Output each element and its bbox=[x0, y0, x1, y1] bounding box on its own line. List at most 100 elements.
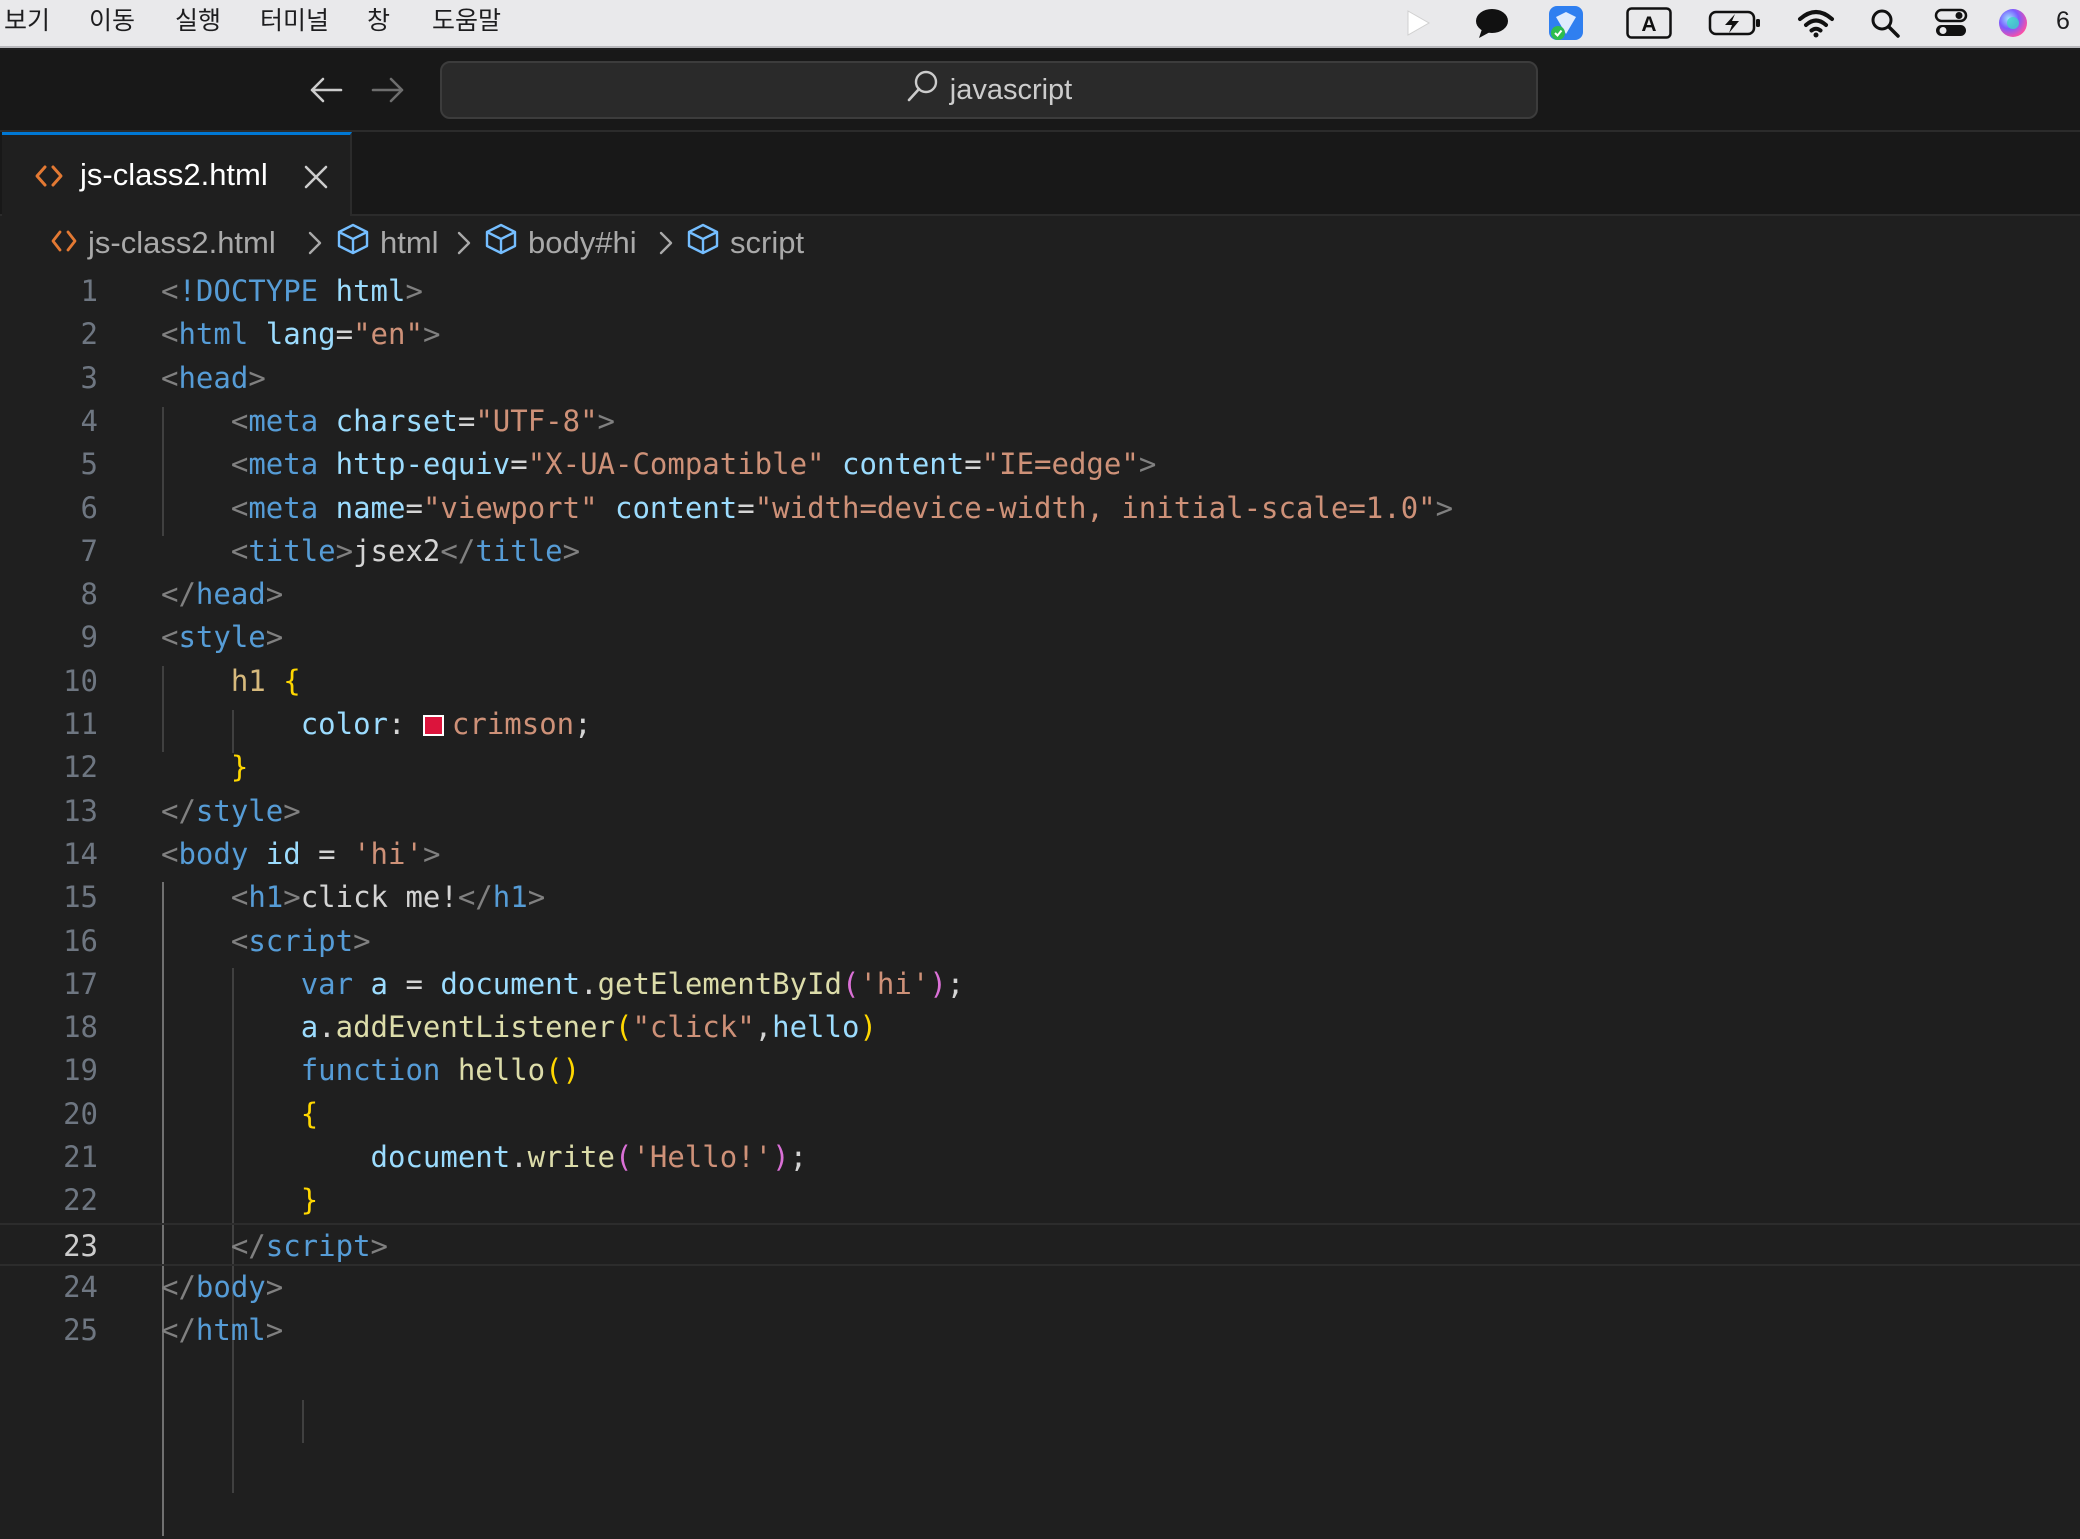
breadcrumb-item-script[interactable]: script bbox=[686, 222, 805, 264]
code-token: = bbox=[737, 490, 755, 525]
line-number: 18 bbox=[63, 1010, 98, 1045]
code-line[interactable]: 24 </body> bbox=[0, 1266, 2080, 1309]
code-text: </head> bbox=[161, 573, 283, 616]
code-line[interactable]: 6 <meta name="viewport" content="width=d… bbox=[0, 487, 2080, 530]
code-token: ( bbox=[842, 966, 860, 1001]
code-token: } bbox=[230, 750, 249, 785]
breadcrumb-item-file[interactable]: js-class2.html bbox=[50, 224, 276, 262]
code-token: h1 bbox=[248, 880, 284, 915]
wifi-icon[interactable] bbox=[1796, 6, 1836, 40]
code-line[interactable]: 11 color: crimson; bbox=[0, 703, 2080, 746]
code-line[interactable]: 15 <h1>click me!</h1> bbox=[0, 876, 2080, 919]
code-token: </ bbox=[161, 1269, 196, 1304]
input-source-icon[interactable]: A bbox=[1626, 6, 1672, 40]
menubar-clock[interactable]: 6월 bbox=[2056, 0, 2080, 77]
line-number: 10 bbox=[63, 663, 98, 698]
close-icon[interactable] bbox=[302, 163, 330, 191]
control-center-icon[interactable] bbox=[1932, 6, 1970, 40]
code-text: } bbox=[161, 746, 248, 789]
search-icon bbox=[906, 69, 940, 111]
menu-view[interactable]: 보기 bbox=[4, 0, 50, 46]
code-line[interactable]: 20 { bbox=[0, 1093, 2080, 1136]
code-token: script bbox=[248, 923, 354, 958]
code-token: "UTF-8" bbox=[475, 403, 598, 438]
code-line[interactable]: 3 <head> bbox=[0, 357, 2080, 400]
code-line[interactable]: 22 } bbox=[0, 1179, 2080, 1222]
line-number: 9 bbox=[80, 620, 98, 655]
code-editor[interactable]: 1 <!DOCTYPE html> 2 <html lang="en"> 3 <head>… bbox=[0, 270, 2080, 1539]
breadcrumb: js-class2.html html body#hi script bbox=[0, 216, 2080, 270]
code-token: > bbox=[422, 317, 441, 352]
code-token: > bbox=[265, 1313, 284, 1348]
code-line[interactable]: 19 function hello() bbox=[0, 1049, 2080, 1092]
code-line[interactable]: 4 <meta charset="UTF-8"> bbox=[0, 400, 2080, 443]
input-source-label: A bbox=[1641, 13, 1656, 36]
code-line[interactable]: 16 <script> bbox=[0, 920, 2080, 963]
symbol-cube-icon bbox=[686, 222, 720, 264]
play-icon[interactable] bbox=[1400, 6, 1434, 40]
code-token: name bbox=[335, 490, 406, 525]
code-token: ) bbox=[772, 1140, 790, 1174]
line-number: 22 bbox=[63, 1183, 98, 1218]
code-line[interactable]: 2 <html lang="en"> bbox=[0, 313, 2080, 356]
code-line[interactable]: 14 <body id = 'hi'> bbox=[0, 833, 2080, 876]
code-token: style bbox=[195, 793, 284, 828]
code-line[interactable]: 8 </head> bbox=[0, 573, 2080, 616]
line-number: 21 bbox=[63, 1140, 98, 1174]
breadcrumb-label: script bbox=[730, 225, 805, 260]
line-number: 13 bbox=[63, 793, 98, 828]
menu-go[interactable]: 이동 bbox=[89, 0, 135, 46]
forward-arrow-icon[interactable] bbox=[368, 70, 408, 110]
html-file-icon bbox=[50, 225, 78, 261]
code-text: </script> bbox=[161, 1225, 388, 1268]
breadcrumb-item-body[interactable]: body#hi bbox=[484, 223, 637, 262]
code-token: , bbox=[754, 1010, 773, 1045]
menu-window[interactable]: 창 bbox=[367, 0, 390, 46]
code-token: document bbox=[370, 1140, 511, 1174]
code-line[interactable]: 18 a.addEventListener("click",hello) bbox=[0, 1006, 2080, 1049]
code-token: meta bbox=[248, 403, 319, 438]
code-line[interactable]: 1 <!DOCTYPE html> bbox=[0, 270, 2080, 313]
battery-charging-icon[interactable] bbox=[1708, 6, 1762, 40]
code-line[interactable]: 7 <title>jsex2</title> bbox=[0, 530, 2080, 573]
tab-js-class2-html[interactable]: js-class2.html bbox=[2, 132, 352, 218]
code-line[interactable]: 23 </script> bbox=[0, 1222, 2080, 1268]
code-token: click me! bbox=[300, 880, 458, 915]
search-text: javascript bbox=[949, 73, 1073, 106]
back-arrow-icon[interactable] bbox=[306, 70, 346, 110]
command-center-search[interactable]: javascript bbox=[440, 61, 1538, 119]
code-line[interactable]: 21 document.write('Hello!'); bbox=[0, 1136, 2080, 1179]
code-token: content bbox=[841, 447, 965, 482]
code-token: </ bbox=[161, 793, 196, 828]
chat-bubble-icon[interactable] bbox=[1472, 6, 1512, 40]
code-line[interactable]: 17 var a = document.getElementById('hi')… bbox=[0, 963, 2080, 1006]
color-swatch[interactable] bbox=[422, 715, 444, 736]
code-token: a bbox=[300, 1010, 319, 1045]
line-number: 17 bbox=[63, 966, 98, 1001]
code-token: h1 bbox=[230, 663, 266, 698]
menu-help[interactable]: 도움말 bbox=[432, 0, 501, 46]
code-line[interactable]: 25 </html> bbox=[0, 1309, 2080, 1352]
code-line[interactable]: 13 </style> bbox=[0, 790, 2080, 833]
code-token: = bbox=[388, 966, 441, 1001]
code-line[interactable]: 9 <style> bbox=[0, 616, 2080, 659]
code-line[interactable]: 10 h1 { bbox=[0, 660, 2080, 703]
menu-terminal[interactable]: 터미널 bbox=[260, 0, 329, 46]
siri-icon[interactable] bbox=[1996, 6, 2030, 40]
breadcrumb-item-html[interactable]: html bbox=[336, 223, 439, 262]
menu-run[interactable]: 실행 bbox=[175, 0, 221, 46]
code-text: <html lang="en"> bbox=[161, 313, 440, 356]
spotlight-search-icon[interactable] bbox=[1868, 6, 1902, 40]
code-token: = bbox=[964, 447, 982, 482]
app-shield-icon[interactable] bbox=[1546, 6, 1586, 40]
code-line[interactable]: 5 <meta http-equiv="X-UA-Compatible" con… bbox=[0, 443, 2080, 486]
code-line[interactable]: 12 } bbox=[0, 746, 2080, 789]
